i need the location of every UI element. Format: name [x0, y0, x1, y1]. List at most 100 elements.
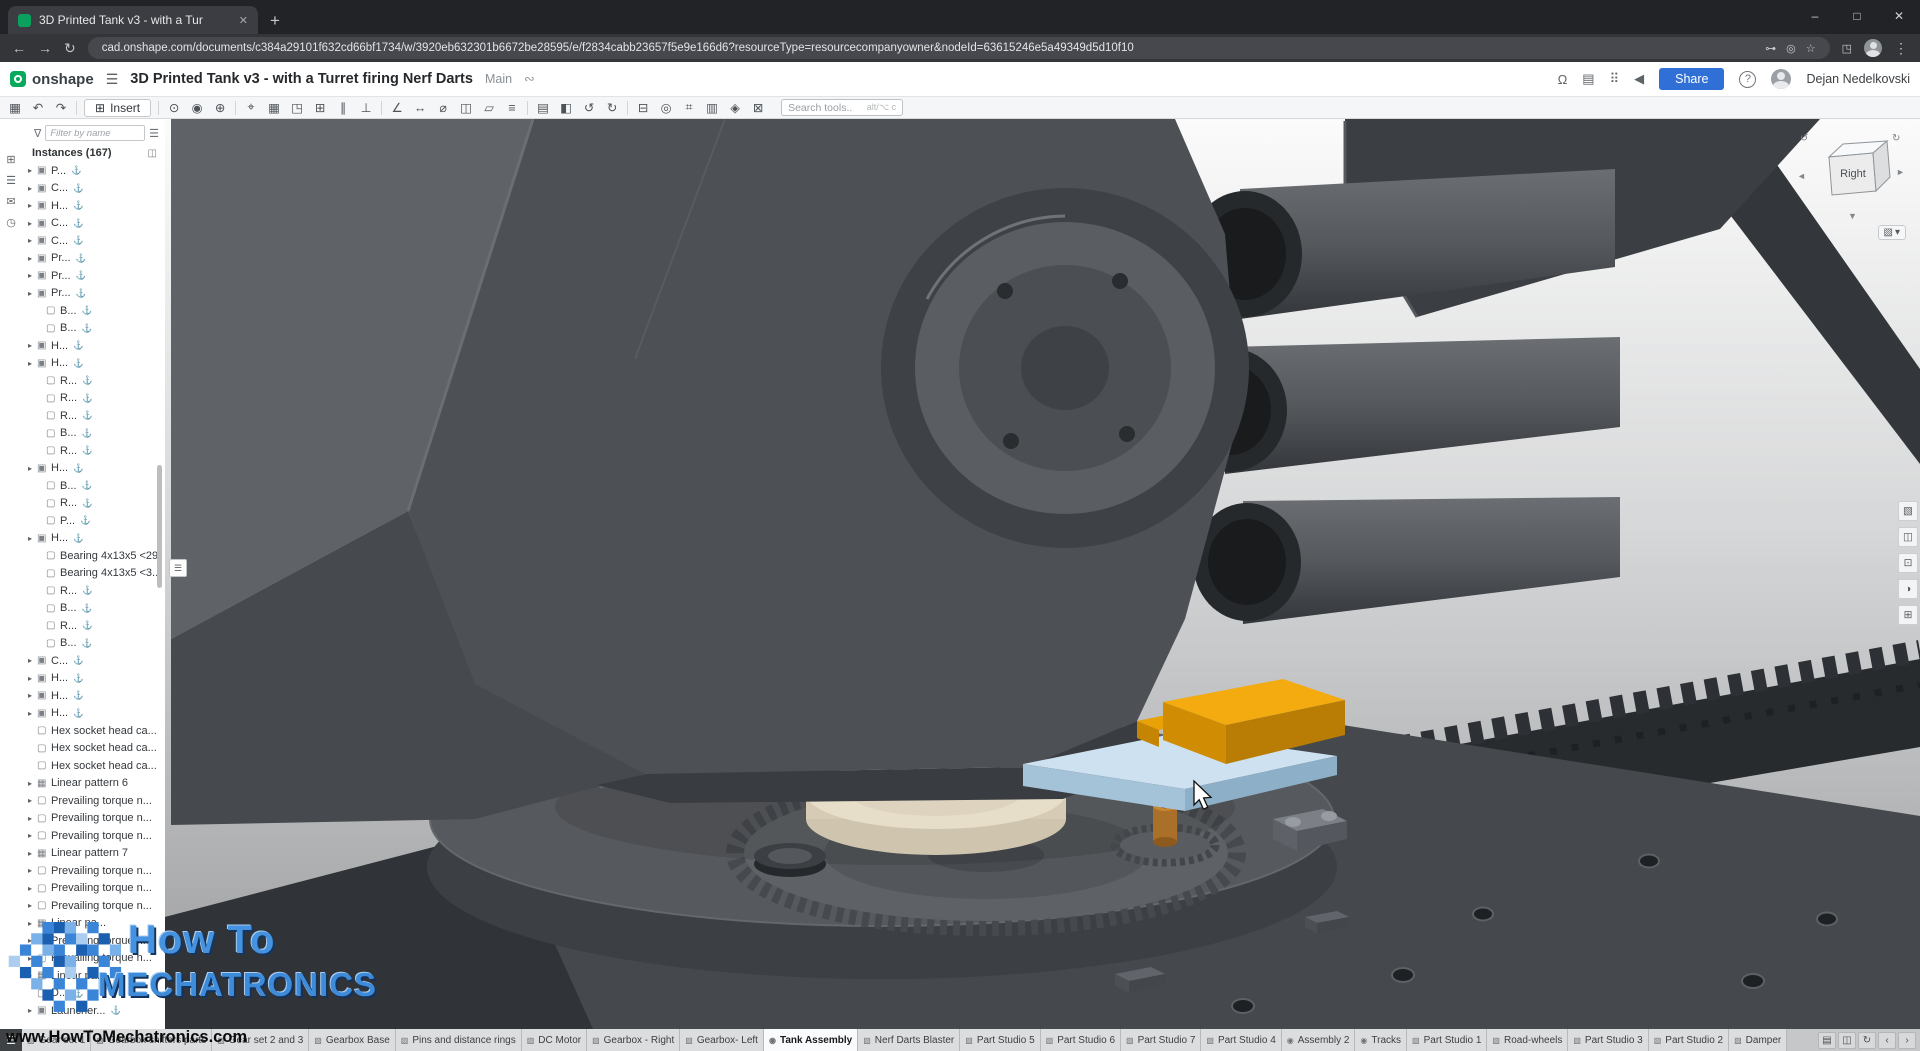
- expand-chevron-icon[interactable]: ▸: [28, 254, 37, 263]
- units-icon[interactable]: ▤: [1818, 1032, 1836, 1049]
- main-menu-icon[interactable]: ☰: [106, 71, 119, 88]
- instance-row[interactable]: ▸ ▦ Linear pattern 6: [22, 775, 165, 793]
- assembly-panel-icon[interactable]: ⊞: [0, 149, 22, 170]
- zoom-fit-icon[interactable]: ⊞: [1898, 605, 1918, 625]
- onshape-logo[interactable]: onshape: [10, 71, 94, 88]
- search-tools-input[interactable]: [788, 102, 852, 114]
- instance-row[interactable]: ▸ ▢ Prevailing torque n...: [22, 810, 165, 828]
- expand-chevron-icon[interactable]: ▸: [28, 901, 37, 910]
- instance-row[interactable]: ▢ R... ⚓: [22, 372, 165, 390]
- document-tab[interactable]: ▧ Gearbox - Right: [587, 1029, 680, 1051]
- instance-row[interactable]: ▢ Bearing 4x13x5 <29>: [22, 547, 165, 565]
- instance-row[interactable]: ▸ ▦ Linear pattern 7: [22, 845, 165, 863]
- document-tab[interactable]: ▧ DC Motor: [522, 1029, 587, 1051]
- browser-profile-avatar[interactable]: [1864, 39, 1882, 57]
- expand-chevron-icon[interactable]: ▸: [28, 814, 37, 823]
- distance-measure-icon[interactable]: ↔: [412, 101, 428, 115]
- linear-pattern-icon[interactable]: ▦: [266, 100, 282, 115]
- bom-table-icon[interactable]: ▤: [535, 100, 551, 115]
- appearance-panel-icon[interactable]: ◫: [1838, 1032, 1856, 1049]
- instance-row[interactable]: ▸ ▣ H... ⚓: [22, 460, 165, 478]
- instance-row[interactable]: ▢ B... ⚓: [22, 302, 165, 320]
- mate-icon[interactable]: ⊙: [166, 100, 182, 115]
- rotate-view-right-icon[interactable]: ►: [1896, 167, 1905, 177]
- window-minimize-icon[interactable]: –: [1794, 0, 1836, 34]
- instance-row[interactable]: ▸ ▣ C... ⚓: [22, 180, 165, 198]
- panel-collapse-icon[interactable]: ◫: [148, 148, 157, 159]
- instance-row[interactable]: ▸ ▣ Pr... ⚓: [22, 267, 165, 285]
- instance-row[interactable]: ▢ B... ⚓: [22, 635, 165, 653]
- announcements-icon[interactable]: ◀: [1634, 71, 1644, 87]
- instance-row[interactable]: ▸ ▢ Prevailing torque n...: [22, 827, 165, 845]
- display-options-icon[interactable]: ◈: [727, 100, 743, 115]
- browser-tab[interactable]: 3D Printed Tank v3 - with a Tur ✕: [8, 6, 258, 34]
- browser-menu-icon[interactable]: ⋮: [1894, 40, 1908, 57]
- tab-close-icon[interactable]: ✕: [239, 14, 248, 27]
- diameter-icon[interactable]: ⌀: [435, 100, 451, 115]
- list-view-icon[interactable]: ☰: [149, 127, 159, 140]
- perpendicular-relation-icon[interactable]: ⊥: [358, 100, 374, 115]
- expand-chevron-icon[interactable]: ▸: [28, 534, 37, 543]
- instance-row[interactable]: ▢ R... ⚓: [22, 617, 165, 635]
- instance-row[interactable]: ▢ Hex socket head ca...: [22, 757, 165, 775]
- expand-chevron-icon[interactable]: ▸: [28, 691, 37, 700]
- reload-icon[interactable]: ↻: [64, 40, 76, 57]
- instance-row[interactable]: ▸ ▢ Prevailing torque n...: [22, 862, 165, 880]
- expand-chevron-icon[interactable]: ▸: [28, 166, 37, 175]
- instance-row[interactable]: ▸ ▣ H... ⚓: [22, 687, 165, 705]
- instance-row[interactable]: ▢ R... ⚓: [22, 407, 165, 425]
- help-icon[interactable]: ?: [1739, 71, 1756, 88]
- view-cube-panel-icon[interactable]: ▧: [1898, 501, 1918, 521]
- view-options-button[interactable]: ▧ ▾: [1878, 225, 1906, 240]
- instance-row[interactable]: ▸ ▣ H... ⚓: [22, 355, 165, 373]
- undo-icon[interactable]: ↶: [30, 100, 46, 115]
- search-tools-box[interactable]: alt/⌥ c: [781, 99, 903, 116]
- comments-panel-icon[interactable]: ✉: [0, 191, 22, 212]
- document-tab[interactable]: ▧ Part Studio 2: [1649, 1029, 1729, 1051]
- instance-row[interactable]: ▢ B... ⚓: [22, 425, 165, 443]
- expand-chevron-icon[interactable]: ▸: [28, 201, 37, 210]
- sync-icon[interactable]: ↻: [1858, 1032, 1876, 1049]
- document-tab[interactable]: ▧ Gearbox Base: [309, 1029, 396, 1051]
- angle-measure-icon[interactable]: ∠: [389, 100, 405, 115]
- instance-row[interactable]: ▸ ▣ P... ⚓: [22, 162, 165, 180]
- replicate-icon[interactable]: ⊞: [312, 100, 328, 115]
- instance-row[interactable]: ▸ ▣ H... ⚓: [22, 530, 165, 548]
- window-close-icon[interactable]: ✕: [1878, 0, 1920, 34]
- 3d-viewport[interactable]: Right ↺ ↻ ◄ ► ▼ ▧ ▾ ▧◫⊡◑⊞ ☰: [165, 119, 1920, 1029]
- visibility-tool-icon[interactable]: ⊡: [1898, 553, 1918, 573]
- instance-row[interactable]: ▢ B... ⚓: [22, 320, 165, 338]
- instance-row[interactable]: ▢ R... ⚓: [22, 442, 165, 460]
- find-in-page-icon[interactable]: ◎: [1786, 42, 1796, 55]
- measure-icon[interactable]: ⌗: [681, 100, 697, 115]
- instance-row[interactable]: ▢ R... ⚓: [22, 390, 165, 408]
- section-tool-icon[interactable]: ◫: [1898, 527, 1918, 547]
- section-view-icon[interactable]: ◫: [458, 100, 474, 115]
- snap-mode-icon[interactable]: ⌖: [243, 100, 259, 115]
- forward-icon[interactable]: →: [38, 40, 52, 56]
- appearance-icon[interactable]: ◧: [558, 100, 574, 115]
- instance-row[interactable]: ▸ ▣ H... ⚓: [22, 670, 165, 688]
- expand-chevron-icon[interactable]: ▸: [28, 884, 37, 893]
- extensions-icon[interactable]: ◳: [1842, 42, 1852, 55]
- instance-row[interactable]: ▢ P... ⚓: [22, 512, 165, 530]
- fastened-mate-icon[interactable]: ◉: [189, 100, 205, 115]
- expand-chevron-icon[interactable]: ▸: [28, 464, 37, 473]
- document-tab[interactable]: ◉ Assembly 2: [1282, 1029, 1356, 1051]
- document-tab[interactable]: ▧ Damper: [1729, 1029, 1787, 1051]
- close-tool-icon[interactable]: ⊠: [750, 100, 766, 115]
- user-avatar[interactable]: [1771, 69, 1791, 89]
- expand-chevron-icon[interactable]: ▸: [28, 796, 37, 805]
- instance-row[interactable]: ▸ ▣ H... ⚓: [22, 705, 165, 723]
- expand-chevron-icon[interactable]: ▸: [28, 709, 37, 718]
- scroll-tabs-left-icon[interactable]: ‹: [1878, 1032, 1896, 1049]
- share-link-icon[interactable]: ∾: [524, 71, 535, 87]
- back-icon[interactable]: ←: [12, 40, 26, 56]
- document-tab[interactable]: ▧ Part Studio 4: [1201, 1029, 1281, 1051]
- expand-chevron-icon[interactable]: ▸: [28, 341, 37, 350]
- learning-center-icon[interactable]: ▤: [1582, 71, 1594, 87]
- rotate-view-down-icon[interactable]: ▼: [1848, 211, 1857, 221]
- expand-chevron-icon[interactable]: ▸: [28, 849, 37, 858]
- expand-chevron-icon[interactable]: ▸: [28, 289, 37, 298]
- panel-scrollbar[interactable]: [157, 465, 162, 588]
